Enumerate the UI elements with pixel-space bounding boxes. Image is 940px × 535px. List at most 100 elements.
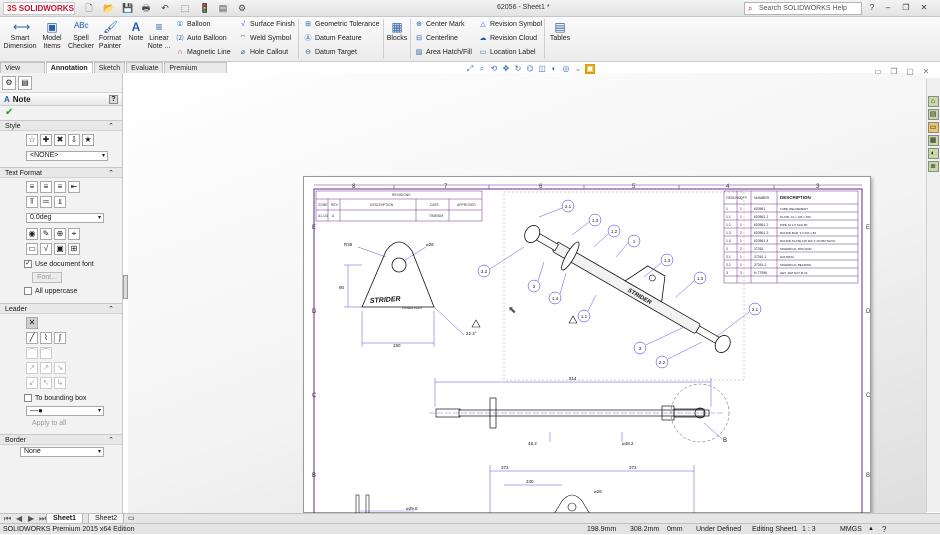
search-input[interactable]: ⌕ Search SOLIDWORKS Help xyxy=(744,2,862,15)
revision-cloud-button[interactable]: ☁ Revision Cloud xyxy=(478,33,538,45)
lock-note-icon[interactable]: ⌖ xyxy=(68,228,80,240)
border-select[interactable]: None xyxy=(20,447,104,457)
balloon-button[interactable]: ① Balloon xyxy=(175,19,211,31)
to-bounding-box-checkbox[interactable]: To bounding box xyxy=(0,392,122,404)
front-dia2-dim[interactable]: ⌀48.2 xyxy=(622,441,634,446)
bracket-hole-dim[interactable]: ⌀26 xyxy=(426,242,434,247)
surface-finish-button[interactable]: √ Surface Finish xyxy=(238,19,295,31)
file-explorer-icon[interactable]: ▭ xyxy=(927,122,939,133)
next-sheet-icon[interactable]: ▶ xyxy=(28,514,34,523)
leader-section-header[interactable]: Leader ⌃ xyxy=(0,303,122,314)
bracket-view[interactable] xyxy=(344,241,465,347)
leader-top-icon[interactable]: ↗ xyxy=(40,362,52,374)
delete-style-icon[interactable]: ✖ xyxy=(54,134,66,146)
model-items-button[interactable]: ▣ Model Items xyxy=(40,20,64,51)
front-length-dim[interactable]: 814 xyxy=(569,376,577,381)
options-icon[interactable]: ⚙ xyxy=(237,3,247,13)
previous-view-icon[interactable]: ⟲ xyxy=(489,64,499,74)
load-style-icon[interactable]: ★ xyxy=(82,134,94,146)
use-document-font-checkbox[interactable]: ✓ Use document font xyxy=(0,258,122,270)
bottom-hole2-dim[interactable]: ⌀25.6 xyxy=(406,506,418,511)
solidworks-logo[interactable]: 3S SOLIDWORKS xyxy=(3,2,75,15)
save-icon[interactable]: 💾 xyxy=(122,3,133,13)
link-property-icon[interactable]: ✎ xyxy=(40,228,52,240)
apply-style-icon[interactable]: ☆ xyxy=(26,134,38,146)
bottom-dim-2[interactable]: 372 xyxy=(629,465,637,470)
resources-icon[interactable]: ⌂ xyxy=(927,96,939,107)
magnetic-line-button[interactable]: ∩ Magnetic Line xyxy=(175,47,230,59)
unit-system[interactable]: MMGS xyxy=(840,524,862,535)
hole-callout-button[interactable]: ⌀ Hole Callout xyxy=(238,47,288,59)
view-settings-icon[interactable]: ◎ xyxy=(561,64,571,74)
zoom-area-icon[interactable]: ⌕ xyxy=(477,64,487,74)
open-file-icon[interactable]: 📂 xyxy=(103,3,114,13)
tab-annotation[interactable]: Annotation xyxy=(45,62,93,73)
restore-icon[interactable]: ❐ xyxy=(900,2,912,14)
undo-icon[interactable]: ↶ xyxy=(160,3,170,13)
geometric-tolerance-button[interactable]: ⊞ Geometric Tolerance xyxy=(303,19,379,31)
font-button[interactable]: Font... xyxy=(32,272,62,283)
help-icon[interactable]: ? xyxy=(109,95,118,104)
leader-left-attach-icon[interactable]: ↙ xyxy=(26,377,38,389)
sheet-scale[interactable]: 1 : 3 xyxy=(802,524,816,535)
close-icon[interactable]: ✕ xyxy=(918,2,930,14)
bottom-dim-3[interactable]: 240 xyxy=(526,479,534,484)
bracket-height-dim[interactable]: 90 xyxy=(339,285,345,290)
text-format-section-header[interactable]: Text Format ⌃ xyxy=(0,167,122,178)
detail-label[interactable]: B xyxy=(723,438,727,444)
center-mark-button[interactable]: ⊕ Center Mark xyxy=(414,19,464,31)
front-dia1-dim[interactable]: 48.2 xyxy=(528,441,537,446)
leader-right-icon[interactable]: ⌒ xyxy=(40,347,52,359)
print-icon[interactable]: 🖶 xyxy=(141,3,151,13)
custom-properties-icon[interactable]: ≣ xyxy=(927,161,939,172)
centerline-button[interactable]: ⊟ Centerline xyxy=(414,33,458,45)
insert-datum-icon[interactable]: ▣ xyxy=(54,243,66,255)
ok-button[interactable]: ✔ xyxy=(0,106,122,120)
feature-tree-icon[interactable]: ⚙ xyxy=(2,75,16,90)
view-orientation-icon[interactable]: ⌬ xyxy=(525,64,535,74)
style-select[interactable]: <NONE> xyxy=(26,151,108,161)
rebuild-icon[interactable]: 🚦 xyxy=(199,3,210,13)
select-icon[interactable]: ⬚ xyxy=(180,3,190,13)
front-view[interactable] xyxy=(429,378,730,443)
tab-premium-products[interactable]: Premium Products xyxy=(164,62,227,83)
bent-leader-icon[interactable]: ⌇ xyxy=(40,332,52,344)
angle-field[interactable]: 0.0deg xyxy=(26,213,104,223)
align-left-icon[interactable]: ≡ xyxy=(26,181,38,193)
leader-left-icon[interactable]: ⌒ xyxy=(26,347,38,359)
leader-multi-icon[interactable]: ↳ xyxy=(54,377,66,389)
file-properties-icon[interactable]: ▤ xyxy=(218,3,228,13)
no-leader-icon[interactable]: ✕ xyxy=(26,317,38,329)
weld-symbol-button[interactable]: ⌔ Weld Symbol xyxy=(238,33,291,45)
design-library-icon[interactable]: ▤ xyxy=(927,109,939,120)
apply-to-all-button[interactable]: Apply to all xyxy=(0,418,122,429)
add-sheet-icon[interactable]: ▭ xyxy=(128,514,135,522)
tables-button[interactable]: ▤ Tables xyxy=(548,20,572,43)
align-right-icon[interactable]: ≡ xyxy=(54,181,66,193)
bracket-radius-dim[interactable]: R35 xyxy=(344,242,353,247)
viewport-close-icon[interactable]: ✕ xyxy=(920,66,932,78)
format-painter-button[interactable]: 🖌 Format Painter xyxy=(97,20,123,51)
note-button[interactable]: A Note xyxy=(126,20,146,43)
rotate-icon[interactable]: ↻ xyxy=(513,64,523,74)
bracket-angle-dim[interactable]: 22.4° xyxy=(466,331,477,336)
align-top-icon[interactable]: ⫪ xyxy=(26,196,38,208)
tab-view-layout[interactable]: View Layout xyxy=(0,62,45,83)
auto-balloon-button[interactable]: ⑵ Auto Balloon xyxy=(175,33,227,45)
smart-dimension-button[interactable]: ⟷ Smart Dimension xyxy=(2,20,38,51)
tab-evaluate[interactable]: Evaluate xyxy=(126,62,164,73)
hide-show-icon[interactable]: ◐ xyxy=(549,64,559,74)
drawing-sheet[interactable]: 8 7 6 5 4 3 E D C B E D C B REVISIONS ZO… xyxy=(303,176,871,514)
unit-menu-icon[interactable]: ▲ xyxy=(868,524,874,535)
justify-icon[interactable]: ⇤ xyxy=(68,181,80,193)
insert-gtol-icon[interactable]: ▭ xyxy=(26,243,38,255)
add-style-icon[interactable]: ✚ xyxy=(40,134,52,146)
bottom-dim-1[interactable]: 372 xyxy=(501,465,509,470)
tab-sketch[interactable]: Sketch xyxy=(93,62,126,73)
spell-checker-button[interactable]: ᴬᴮᶜ Spell Checker xyxy=(67,20,95,51)
leader-bottom-icon[interactable]: ↘ xyxy=(54,362,66,374)
spline-leader-icon[interactable]: ∫ xyxy=(54,332,66,344)
border-section-header[interactable]: Border ⌃ xyxy=(0,434,122,445)
all-uppercase-checkbox[interactable]: All uppercase xyxy=(0,285,122,297)
stack-icon[interactable]: ⊞ xyxy=(68,243,80,255)
